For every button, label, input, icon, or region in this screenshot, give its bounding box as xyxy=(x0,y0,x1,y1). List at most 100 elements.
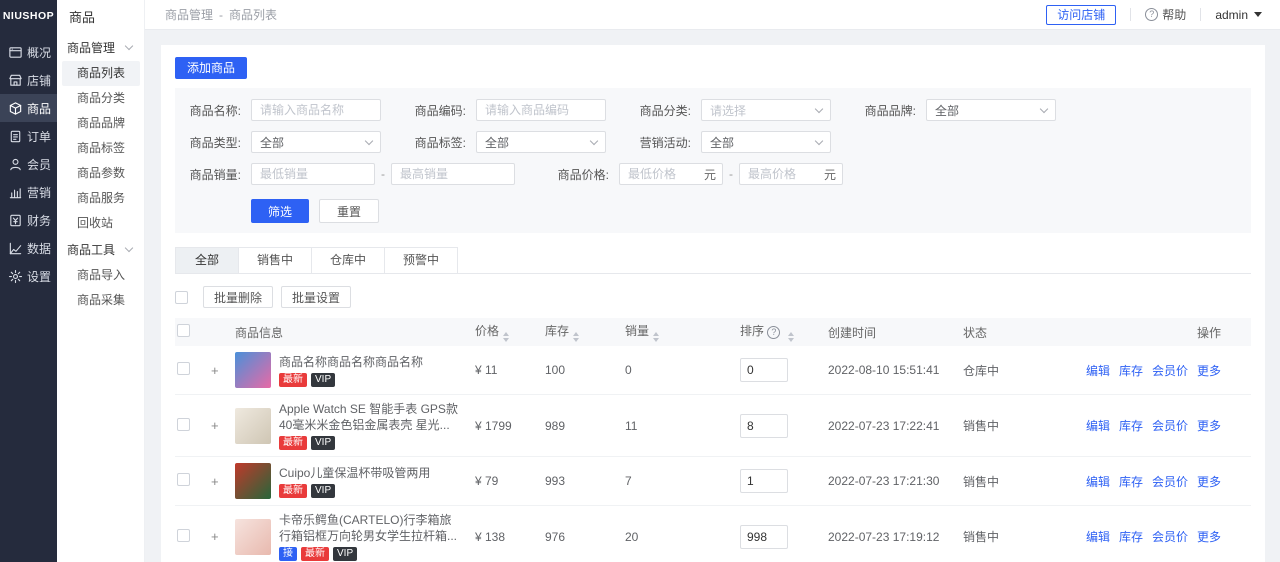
header-checkbox[interactable] xyxy=(177,324,190,337)
product-name[interactable]: Cuipo儿童保温杯带吸管两用 xyxy=(279,465,430,481)
expand-toggle-icon[interactable] xyxy=(211,529,219,544)
filter-select[interactable]: 全部 xyxy=(701,131,831,153)
action-stock[interactable]: 库存 xyxy=(1119,419,1143,433)
sort-input[interactable] xyxy=(740,469,788,493)
sidebar-item-recycle-bin[interactable]: 回收站 xyxy=(62,211,140,236)
batch-settings-button[interactable]: 批量设置 xyxy=(281,286,352,308)
action-stock[interactable]: 库存 xyxy=(1119,475,1143,489)
action-member-price[interactable]: 会员价 xyxy=(1152,530,1188,544)
question-circle-icon xyxy=(1145,8,1159,21)
product-name[interactable]: Apple Watch SE 智能手表 GPS款 40毫米米金色铝金属表壳 星光.… xyxy=(279,401,458,433)
price-min-wrap: 元 xyxy=(619,163,723,185)
action-more[interactable]: 更多 xyxy=(1197,419,1221,433)
range-separator: - xyxy=(381,167,385,181)
sidebar-item-settings[interactable]: 设置 xyxy=(0,262,57,290)
product-meta: 商品名称商品名称商品名称 最新 VIP xyxy=(279,354,423,387)
cell-created-time: 2022-08-10 15:51:41 xyxy=(826,346,961,395)
tab-all[interactable]: 全部 xyxy=(175,247,239,273)
sort-icon[interactable] xyxy=(653,332,660,342)
batch-delete-button[interactable]: 批量删除 xyxy=(203,286,274,308)
sidebar-item-orders[interactable]: 订单 xyxy=(0,122,57,150)
cell-sort xyxy=(738,394,826,457)
sidebar-item-goods-params[interactable]: 商品参数 xyxy=(62,161,140,186)
sort-input[interactable] xyxy=(740,358,788,382)
chevron-down-icon xyxy=(814,136,824,145)
sort-input[interactable] xyxy=(740,524,788,549)
question-circle-icon[interactable] xyxy=(767,326,781,339)
tab-in-stock[interactable]: 仓库中 xyxy=(312,247,386,273)
sidebar-item-shop[interactable]: 店铺 xyxy=(0,66,57,94)
filter-field: 营销活动: 全部 xyxy=(625,131,831,153)
sidebar-item-goods-service[interactable]: 商品服务 xyxy=(62,186,140,211)
sidebar-item-goods-import[interactable]: 商品导入 xyxy=(62,263,140,288)
sidebar-item-goods-label[interactable]: 商品标签 xyxy=(62,136,140,161)
sales-min-input[interactable] xyxy=(251,163,375,185)
row-checkbox[interactable] xyxy=(177,362,190,375)
action-stock[interactable]: 库存 xyxy=(1119,530,1143,544)
filter-select[interactable]: 请选择 xyxy=(701,99,831,121)
sidebar-item-members[interactable]: 会员 xyxy=(0,150,57,178)
sidebar-item-goods-category[interactable]: 商品分类 xyxy=(62,86,140,111)
product-info: Cuipo儿童保温杯带吸管两用 最新 VIP xyxy=(235,463,471,499)
action-edit[interactable]: 编辑 xyxy=(1086,419,1110,433)
cell-sort xyxy=(738,505,826,562)
sidebar-item-goods[interactable]: 商品 xyxy=(0,94,57,122)
sidebar-item-marketing[interactable]: 营销 xyxy=(0,178,57,206)
product-name[interactable]: 卡帝乐鳄鱼(CARTELO)行李箱旅 行箱铝框万向轮男女学生拉杆箱... xyxy=(279,512,457,544)
visit-shop-button[interactable]: 访问店铺 xyxy=(1046,4,1117,25)
filter-input[interactable] xyxy=(251,99,381,121)
column-header-stock[interactable]: 库存 xyxy=(543,318,623,346)
product-name[interactable]: 商品名称商品名称商品名称 xyxy=(279,354,423,370)
filter-select[interactable]: 全部 xyxy=(926,99,1056,121)
breadcrumb-parent[interactable]: 商品管理 xyxy=(165,8,213,22)
action-member-price[interactable]: 会员价 xyxy=(1152,475,1188,489)
action-edit[interactable]: 编辑 xyxy=(1086,530,1110,544)
filter-reset-button[interactable]: 重置 xyxy=(319,199,380,223)
expand-toggle-icon[interactable] xyxy=(211,363,219,378)
filter-select[interactable]: 全部 xyxy=(476,131,606,153)
filter-submit-button[interactable]: 筛选 xyxy=(251,199,310,223)
tab-on-sale[interactable]: 销售中 xyxy=(239,247,313,273)
filter-select[interactable]: 全部 xyxy=(251,131,381,153)
expand-toggle-icon[interactable] xyxy=(211,418,219,433)
sidebar-item-data[interactable]: 数据 xyxy=(0,234,57,262)
nav-group-goods-tools[interactable]: 商品工具 xyxy=(57,236,144,263)
filter-input[interactable] xyxy=(476,99,606,121)
orders-icon xyxy=(8,129,23,144)
row-checkbox[interactable] xyxy=(177,417,190,431)
action-edit[interactable]: 编辑 xyxy=(1086,475,1110,489)
user-menu[interactable]: admin xyxy=(1215,8,1262,22)
sales-max-input[interactable] xyxy=(391,163,515,185)
product-meta: Apple Watch SE 智能手表 GPS款 40毫米米金色铝金属表壳 星光.… xyxy=(279,401,458,450)
cell-sales: 0 xyxy=(623,346,738,395)
row-checkbox[interactable] xyxy=(177,473,190,486)
help-menu[interactable]: 帮助 xyxy=(1145,6,1186,23)
action-more[interactable]: 更多 xyxy=(1197,475,1221,489)
action-more[interactable]: 更多 xyxy=(1197,530,1221,544)
column-header-sales[interactable]: 销量 xyxy=(623,318,738,346)
action-member-price[interactable]: 会员价 xyxy=(1152,364,1188,378)
action-stock[interactable]: 库存 xyxy=(1119,364,1143,378)
tab-warning[interactable]: 预警中 xyxy=(385,247,459,273)
select-all-checkbox[interactable] xyxy=(175,290,188,304)
nav-group-goods-manage[interactable]: 商品管理 xyxy=(57,34,144,61)
row-checkbox[interactable] xyxy=(177,528,190,542)
action-member-price[interactable]: 会员价 xyxy=(1152,419,1188,433)
sort-icon[interactable] xyxy=(573,332,580,342)
action-edit[interactable]: 编辑 xyxy=(1086,364,1110,378)
cell-sort xyxy=(738,346,826,395)
sidebar-item-overview[interactable]: 概况 xyxy=(0,38,57,66)
add-product-button[interactable]: 添加商品 xyxy=(175,57,248,79)
expand-toggle-icon[interactable] xyxy=(211,474,219,489)
sidebar-item-goods-brand[interactable]: 商品品牌 xyxy=(62,111,140,136)
sidebar-item-goods-list[interactable]: 商品列表 xyxy=(62,61,140,86)
column-header-price[interactable]: 价格 xyxy=(473,318,543,346)
sort-input[interactable] xyxy=(740,413,788,438)
sort-icon[interactable] xyxy=(503,332,510,342)
sidebar-item-finance[interactable]: 财务 xyxy=(0,206,57,234)
sidebar-item-goods-collect[interactable]: 商品采集 xyxy=(62,288,140,313)
column-header-sort[interactable]: 排序 xyxy=(738,318,826,346)
action-more[interactable]: 更多 xyxy=(1197,364,1221,378)
sort-icon[interactable] xyxy=(788,332,795,342)
breadcrumb-current: 商品列表 xyxy=(229,8,278,22)
